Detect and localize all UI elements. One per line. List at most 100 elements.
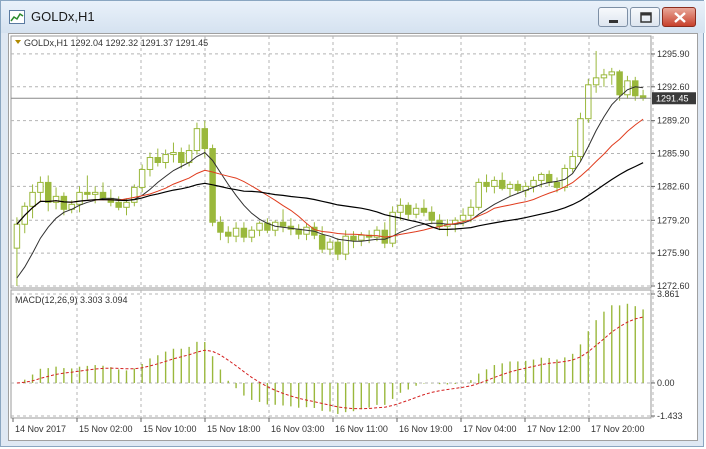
candle-body	[326, 241, 334, 250]
chart-app-icon	[9, 10, 25, 24]
candle-body	[420, 207, 428, 213]
candle-body	[592, 77, 600, 86]
candle-body	[60, 195, 68, 210]
price-pane	[10, 35, 652, 289]
price-tick-label: 1275.90	[657, 248, 690, 258]
candle-body	[412, 207, 420, 215]
chart-svg[interactable]: GOLDx,H1 1292.04 1292.32 1291.37 1291.45…	[9, 34, 697, 440]
candle-body	[225, 231, 232, 237]
close-button[interactable]	[662, 7, 696, 27]
price-tick-label: 1282.60	[657, 181, 690, 191]
candle-body	[13, 223, 21, 249]
candle-body	[178, 152, 185, 163]
candle-body	[99, 191, 107, 199]
chart-area[interactable]: GOLDx,H1 1292.04 1292.32 1291.37 1291.45…	[8, 33, 698, 441]
minimize-button[interactable]	[598, 7, 628, 27]
time-tick-label: 17 Nov 04:00	[463, 424, 517, 434]
window-title: GOLDx,H1	[31, 9, 95, 24]
macd-histogram	[24, 303, 644, 414]
candle-body	[632, 80, 639, 97]
candle-body	[600, 74, 608, 79]
candle-body	[498, 179, 506, 189]
candle-body	[29, 191, 36, 207]
time-tick-label: 17 Nov 20:00	[591, 424, 645, 434]
time-tick-label: 16 Nov 19:00	[399, 424, 453, 434]
macd-tick-label: 3.861	[657, 289, 680, 299]
price-axis: 1295.90 1292.60 1289.20 1285.90 1282.60 1279.…	[651, 49, 690, 291]
maximize-button[interactable]	[630, 7, 660, 27]
macd-tick-label: 0.00	[657, 378, 675, 388]
candle-body	[483, 181, 490, 187]
macd-grid	[11, 290, 654, 418]
candle-body	[44, 181, 52, 203]
candle-body	[358, 234, 365, 241]
candle-body	[115, 201, 122, 208]
candle-body	[475, 181, 482, 208]
time-tick-label: 16 Nov 11:00	[335, 424, 388, 434]
candle-body	[84, 191, 91, 195]
candle-body	[545, 173, 553, 183]
candle-body	[616, 71, 623, 96]
current-price-tag: 1291.45	[652, 92, 696, 105]
candle-body	[295, 228, 302, 235]
candle-body	[232, 227, 240, 237]
candle-body	[201, 128, 209, 150]
candle-body	[279, 221, 287, 227]
macd-tick-label: -1.433	[657, 411, 683, 421]
time-tick-label: 15 Nov 10:00	[143, 424, 197, 434]
candle-body	[248, 229, 255, 238]
candle-body	[170, 152, 177, 156]
macd-label: MACD(12,26,9) 3.303 3.094	[15, 295, 128, 305]
time-tick-label: 15 Nov 18:00	[207, 424, 261, 434]
candles	[13, 50, 647, 286]
title-bar[interactable]: GOLDx,H1	[1, 1, 705, 33]
candle-body	[138, 168, 146, 188]
macd-axis: 3.861 0.00 -1.433	[651, 289, 683, 421]
candle-body	[162, 154, 169, 163]
macd-pane	[10, 289, 652, 419]
candle-body	[538, 173, 545, 181]
price-tick-label: 1295.90	[657, 49, 690, 59]
candle-body	[491, 179, 498, 187]
header-triangle-icon	[15, 40, 21, 44]
price-grid	[11, 36, 654, 288]
price-tick-label: 1289.20	[657, 116, 690, 126]
candle-body	[91, 191, 99, 195]
candle-body	[350, 235, 357, 241]
candle-body	[577, 118, 584, 158]
price-tick-label: 1285.90	[657, 149, 690, 159]
candle-body	[569, 156, 576, 169]
time-tick-label: 17 Nov 12:00	[527, 424, 581, 434]
candle-body	[467, 206, 475, 216]
candle-body	[76, 191, 83, 205]
price-tick-label: 1292.60	[657, 82, 690, 92]
time-tick-label: 16 Nov 03:00	[271, 424, 325, 434]
time-tick-label: 14 Nov 2017	[15, 424, 66, 434]
maximize-icon	[640, 12, 652, 23]
candle-body	[428, 211, 435, 221]
price-tick-label: 1279.20	[657, 215, 690, 225]
current-price-label: 1291.45	[656, 93, 689, 103]
candle-body	[608, 71, 616, 76]
candle-body	[193, 128, 201, 152]
candle-body	[514, 183, 522, 191]
price-header-text: GOLDx,H1 1292.04 1292.32 1291.37 1291.45	[24, 38, 208, 48]
minimize-icon	[609, 20, 618, 23]
candle-body	[553, 181, 561, 188]
candle-body	[217, 221, 224, 233]
candle-body	[154, 157, 162, 163]
chart-window: GOLDx,H1 GOLDx,H1 1292.04 1292.32 1291.3…	[0, 0, 705, 447]
candle-body	[585, 84, 592, 120]
candle-body	[123, 201, 130, 208]
time-axis: 14 Nov 2017 15 Nov 02:00 15 Nov 10:00 15 No…	[12, 418, 645, 434]
candle-body	[256, 222, 263, 231]
candle-body	[240, 227, 248, 238]
candle-body	[530, 179, 537, 187]
close-icon	[674, 12, 686, 23]
price-header: GOLDx,H1 1292.04 1292.32 1291.37 1291.45	[15, 38, 208, 48]
candle-body	[405, 204, 412, 215]
time-tick-label: 15 Nov 02:00	[79, 424, 133, 434]
candle-body	[506, 183, 514, 189]
candle-body	[459, 214, 467, 221]
candle-body	[334, 241, 342, 255]
